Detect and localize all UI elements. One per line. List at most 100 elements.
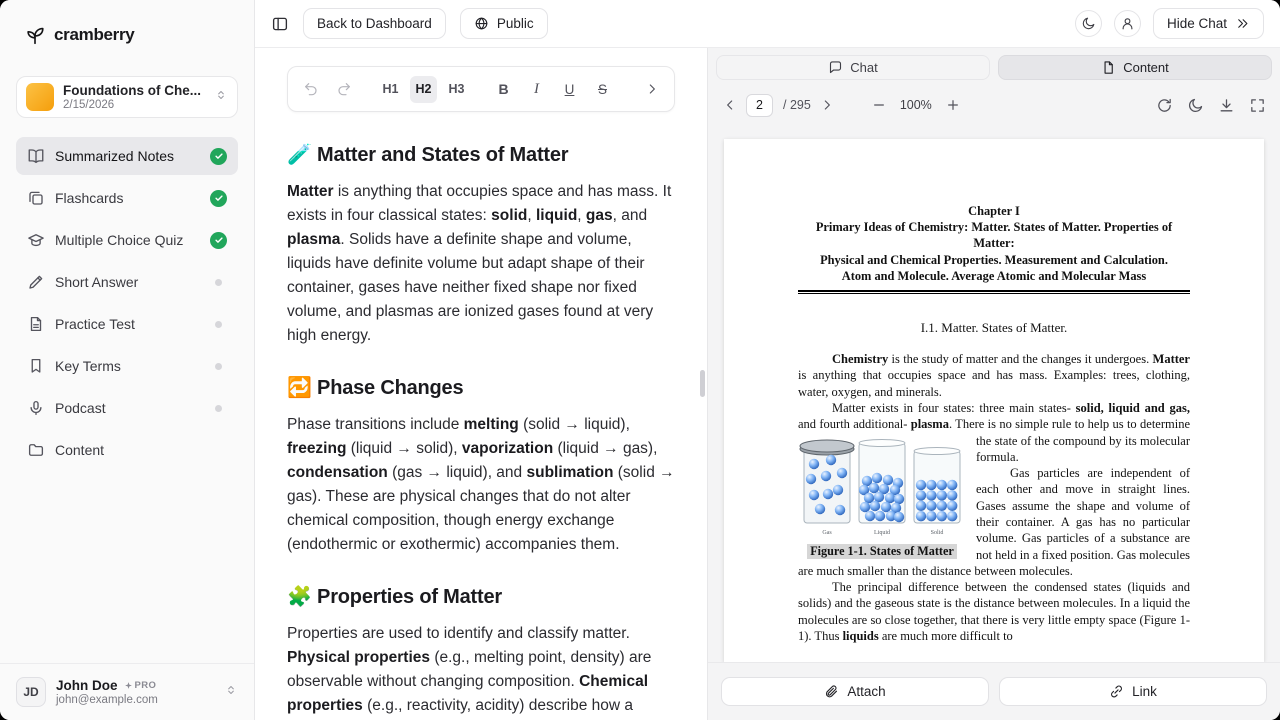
status-pending-dot <box>215 405 222 412</box>
sprout-icon <box>24 24 46 46</box>
refresh-icon <box>1156 97 1173 114</box>
download-button[interactable] <box>1218 97 1235 114</box>
sidebar-item-label: Short Answer <box>55 274 138 290</box>
flashcards-icon <box>27 189 45 207</box>
link-button[interactable]: Link <box>999 677 1267 706</box>
pdf-section-heading: I.1. Matter. States of Matter. <box>798 320 1190 336</box>
zoom-in-button[interactable] <box>945 97 961 113</box>
zoom-out-button[interactable] <box>871 97 887 113</box>
document-icon <box>1101 60 1116 75</box>
status-complete-badge <box>210 148 227 165</box>
pdf-figure: GasLiquidSolidFigure 1-1. States of Matt… <box>798 437 966 559</box>
heading1-button[interactable]: H1 <box>377 76 404 103</box>
content-panel: Chat Content / 295 100% <box>707 48 1280 720</box>
graduation-cap-icon <box>27 231 45 249</box>
pdf-paragraph: The principal difference between the con… <box>798 579 1190 644</box>
pro-badge: PRO <box>124 680 157 691</box>
note-heading: 🧪 Matter and States of Matter <box>287 142 675 167</box>
sidebar-item-key-terms[interactable]: Key Terms <box>16 347 238 385</box>
notes-editor-pane: H1 H2 H3 B I U S 🧪 Matter and States of … <box>255 48 707 720</box>
undo-icon <box>303 81 319 97</box>
note-heading: 🔁 Phase Changes <box>287 375 675 400</box>
divider <box>798 290 1190 294</box>
next-page-button[interactable] <box>819 97 835 113</box>
pdf-page: Chapter I Primary Ideas of Chemistry: Ma… <box>724 139 1264 662</box>
back-to-dashboard-button[interactable]: Back to Dashboard <box>303 8 446 39</box>
chevron-left-icon <box>722 97 738 113</box>
pdf-paragraph: Matter exists in four states: three main… <box>798 400 1190 465</box>
note-paragraph: Properties are used to identify and clas… <box>287 622 675 720</box>
hide-chat-button[interactable]: Hide Chat <box>1153 8 1264 39</box>
pdf-paragraph: Chemistry is the study of matter and the… <box>798 351 1190 400</box>
panel-toggle-icon[interactable] <box>271 15 289 33</box>
sidebar-item-label: Content <box>55 442 104 458</box>
previous-page-button[interactable] <box>722 97 738 113</box>
heading2-button[interactable]: H2 <box>410 76 437 103</box>
page-total: / 295 <box>783 98 811 112</box>
sidebar-item-content[interactable]: Content <box>16 431 238 469</box>
microphone-icon <box>27 399 45 417</box>
sidebar-item-summarized-notes[interactable]: Summarized Notes <box>16 137 238 175</box>
chevron-right-icon <box>819 97 835 113</box>
status-pending-dot <box>215 321 222 328</box>
logo-text: cramberry <box>54 25 134 45</box>
attach-button[interactable]: Attach <box>721 677 989 706</box>
editor-scrollbar[interactable] <box>700 370 705 397</box>
top-bar: Back to Dashboard Public Hide Chat <box>255 0 1280 48</box>
zoom-level: 100% <box>900 98 932 112</box>
user-email: john@example.com <box>56 694 214 706</box>
figure-label: Gas <box>822 530 832 536</box>
account-button[interactable] <box>1114 10 1141 37</box>
pdf-viewer[interactable]: Chapter I Primary Ideas of Chemistry: Ma… <box>708 123 1280 662</box>
panel-footer: Attach Link <box>708 662 1280 720</box>
fullscreen-icon <box>1249 97 1266 114</box>
file-text-icon <box>27 315 45 333</box>
pencil-icon <box>27 273 45 291</box>
notes-document[interactable]: 🧪 Matter and States of Matter Matter is … <box>255 142 707 720</box>
tab-content[interactable]: Content <box>998 55 1272 80</box>
pdf-dark-mode-button[interactable] <box>1187 97 1204 114</box>
book-open-icon <box>27 147 45 165</box>
sidebar-item-label: Podcast <box>55 400 106 416</box>
bold-button[interactable]: B <box>490 76 517 103</box>
heading3-button[interactable]: H3 <box>443 76 470 103</box>
more-tools-button[interactable] <box>638 76 665 103</box>
note-paragraph: Matter is anything that occupies space a… <box>287 180 675 348</box>
sidebar-item-flashcards[interactable]: Flashcards <box>16 179 238 217</box>
user-account[interactable]: JD John Doe PRO john@example.com <box>0 663 254 720</box>
status-pending-dot <box>215 363 222 370</box>
app-window: cramberry Foundations of Che... 2/15/202… <box>0 0 1280 720</box>
status-complete-badge <box>210 232 227 249</box>
paperclip-icon <box>824 684 839 699</box>
states-of-matter-figure: GasLiquidSolid <box>798 437 966 537</box>
pdf-chapter-title: Chapter I <box>798 203 1190 219</box>
sidebar-item-podcast[interactable]: Podcast <box>16 389 238 427</box>
refresh-button[interactable] <box>1156 97 1173 114</box>
status-complete-badge <box>210 190 227 207</box>
strikethrough-button[interactable]: S <box>589 76 616 103</box>
course-title: Foundations of Che... <box>63 83 205 98</box>
course-selector[interactable]: Foundations of Che... 2/15/2026 <box>16 76 238 118</box>
moon-icon <box>1187 97 1204 114</box>
page-number-input[interactable] <box>746 94 773 117</box>
app-logo: cramberry <box>0 0 254 62</box>
tab-chat[interactable]: Chat <box>716 55 990 80</box>
underline-button[interactable]: U <box>556 76 583 103</box>
undo-button[interactable] <box>297 76 324 103</box>
user-name: John Doe <box>56 678 118 693</box>
sidebar-item-multiple-choice-quiz[interactable]: Multiple Choice Quiz <box>16 221 238 259</box>
user-icon <box>1120 16 1135 31</box>
redo-button[interactable] <box>330 76 357 103</box>
sidebar-item-label: Key Terms <box>55 358 121 374</box>
sidebar: cramberry Foundations of Che... 2/15/202… <box>0 0 255 720</box>
dark-mode-button[interactable] <box>1075 10 1102 37</box>
italic-button[interactable]: I <box>523 76 550 103</box>
sparkle-icon <box>124 681 133 690</box>
public-button[interactable]: Public <box>460 8 548 39</box>
sidebar-item-practice-test[interactable]: Practice Test <box>16 305 238 343</box>
chevron-right-icon <box>644 81 660 97</box>
chevrons-right-icon <box>1235 16 1250 31</box>
sidebar-item-label: Flashcards <box>55 190 123 206</box>
sidebar-item-short-answer[interactable]: Short Answer <box>16 263 238 301</box>
fullscreen-button[interactable] <box>1249 97 1266 114</box>
